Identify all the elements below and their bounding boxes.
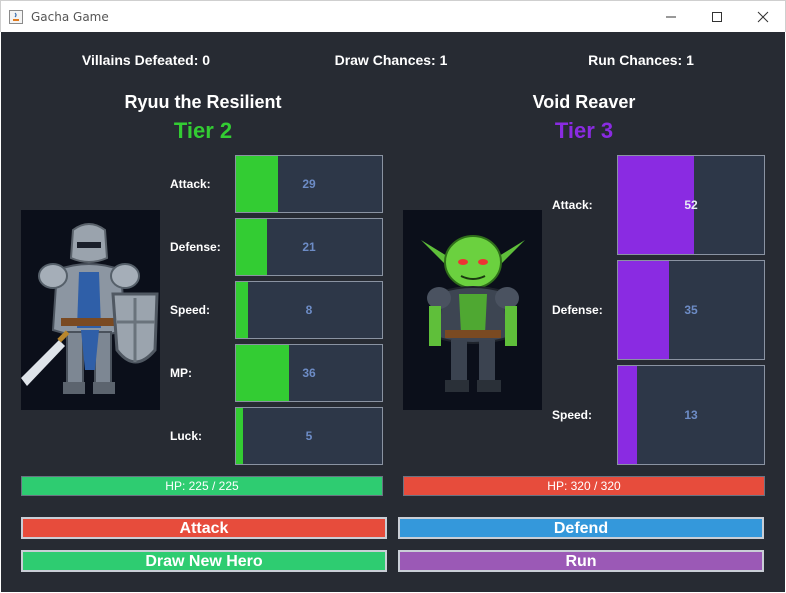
hero-stat-value: 21 (302, 240, 316, 254)
villain-stat-value: 35 (684, 303, 698, 317)
goblin-icon (403, 210, 542, 410)
close-icon (757, 11, 769, 23)
attack-button[interactable]: Attack (21, 517, 387, 539)
hero-stat-bar: 36 (235, 344, 383, 402)
hero-stat-value: 29 (302, 177, 316, 191)
hero-hp-bar: HP: 225 / 225 (21, 476, 383, 496)
villain-portrait (403, 210, 542, 410)
villain-name: Void Reaver (532, 92, 636, 112)
hero-stat-bar: 5 (235, 407, 383, 465)
window-title: Gacha Game (31, 10, 109, 24)
armored-knight-icon (21, 210, 160, 410)
villain-stat-value: 52 (684, 198, 698, 212)
villain-stat-label: Speed: (552, 408, 593, 422)
villain-hp-bar: HP: 320 / 320 (403, 476, 765, 496)
maximize-icon (712, 12, 722, 22)
hero-stat-label: MP: (170, 366, 192, 380)
java-app-icon (9, 10, 23, 24)
villain-stat-bar: 13 (617, 365, 765, 465)
hero-portrait (21, 210, 160, 410)
minimize-icon (666, 16, 676, 18)
hero-stat-label: Speed: (170, 303, 211, 317)
villain-stat-bar: 52 (617, 155, 765, 255)
hero-stat-label: Attack: (170, 177, 211, 191)
villains-defeated-label: Villains Defeated: 0 (81, 52, 211, 68)
hero-stat-value: 5 (305, 429, 313, 443)
hero-stat-bar: 29 (235, 155, 383, 213)
window-titlebar: Gacha Game (0, 0, 786, 32)
draw-new-hero-button[interactable]: Draw New Hero (21, 550, 387, 572)
villain-stat-label: Attack: (552, 198, 593, 212)
hero-stat-value: 36 (302, 366, 316, 380)
hero-stat-label: Luck: (170, 429, 203, 443)
run-button[interactable]: Run (398, 550, 764, 572)
villain-stat-label: Defense: (552, 303, 603, 317)
villain-stat-value: 13 (684, 408, 698, 422)
game-panel: Villains Defeated: 0 Draw Chances: 1 Run… (1, 32, 785, 592)
villain-stat-bar: 35 (617, 260, 765, 360)
close-button[interactable] (740, 1, 786, 33)
hero-tier: Tier 2 (173, 118, 233, 143)
draw-chances-label: Draw Chances: 1 (334, 52, 448, 68)
hero-stat-label: Defense: (170, 240, 221, 254)
defend-button[interactable]: Defend (398, 517, 764, 539)
hero-stat-value: 8 (305, 303, 313, 317)
hero-stat-bar: 8 (235, 281, 383, 339)
hero-stat-bar: 21 (235, 218, 383, 276)
hero-name: Ryuu the Resilient (124, 92, 282, 112)
villain-tier: Tier 3 (554, 118, 614, 143)
minimize-button[interactable] (648, 1, 694, 33)
maximize-button[interactable] (694, 1, 740, 33)
run-chances-label: Run Chances: 1 (588, 52, 694, 68)
